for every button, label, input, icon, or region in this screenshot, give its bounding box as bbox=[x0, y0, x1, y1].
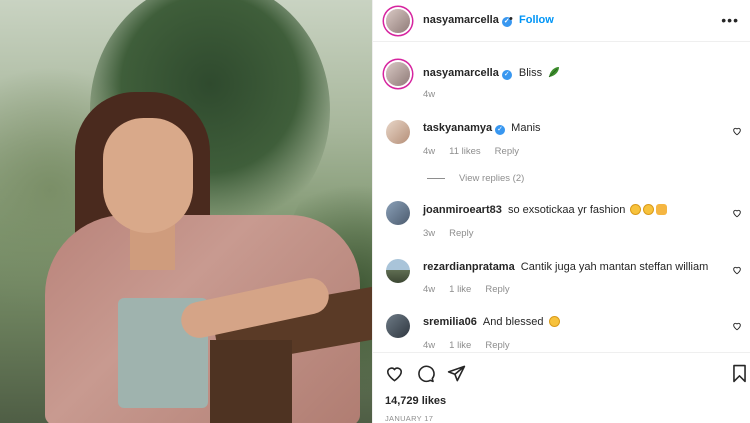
verified-badge-icon: ✓ bbox=[495, 125, 506, 135]
share-icon[interactable] bbox=[447, 364, 466, 383]
photo-subject-face bbox=[103, 118, 193, 233]
post-details-panel: nasyamarcella ✓ • Follow ••• nasyamarcell… bbox=[372, 0, 750, 423]
comment-text: Cantik juga yah mantan steffan william bbox=[520, 261, 709, 273]
comment-avatar[interactable] bbox=[386, 259, 410, 283]
comment-meta: 3w Reply bbox=[423, 228, 487, 239]
photo-wooden-post bbox=[210, 340, 292, 423]
comment-like-count[interactable]: 1 like bbox=[449, 284, 471, 295]
reply-button[interactable]: Reply bbox=[495, 146, 519, 157]
heart-icon[interactable] bbox=[732, 321, 742, 331]
comment-age: 3w bbox=[423, 228, 436, 239]
view-replies-button[interactable]: View replies (2) bbox=[459, 173, 524, 184]
comment-body: joanmiroeart83 so exsotickaa yr fashion bbox=[423, 204, 668, 216]
more-options-icon[interactable]: ••• bbox=[721, 12, 739, 28]
comment-text: Manis bbox=[511, 122, 541, 134]
heart-icon[interactable] bbox=[732, 265, 742, 275]
caption-username[interactable]: nasyamarcella bbox=[423, 67, 499, 79]
reply-button[interactable]: Reply bbox=[485, 340, 509, 351]
comment-username[interactable]: taskyanamya bbox=[423, 122, 492, 134]
author-avatar[interactable] bbox=[386, 9, 410, 33]
caption: nasyamarcella ✓ Bliss bbox=[423, 66, 560, 80]
comment-like-count[interactable]: 11 likes bbox=[449, 146, 481, 157]
post-photo[interactable] bbox=[0, 0, 372, 423]
post-header: nasyamarcella ✓ • Follow ••• bbox=[373, 0, 750, 42]
verified-badge-icon: ✓ bbox=[501, 70, 512, 80]
caption-author-avatar[interactable] bbox=[386, 62, 410, 86]
ok-hand-emoji-icon bbox=[656, 204, 668, 215]
comment-username[interactable]: joanmiroeart83 bbox=[423, 204, 502, 216]
post-date[interactable]: JANUARY 17 bbox=[385, 414, 433, 423]
heart-icon[interactable] bbox=[732, 126, 742, 136]
reply-button[interactable]: Reply bbox=[449, 228, 473, 239]
follow-button[interactable]: Follow bbox=[519, 14, 554, 26]
grin-emoji-icon bbox=[643, 204, 655, 215]
grin-emoji-icon bbox=[630, 204, 642, 215]
view-replies-line bbox=[427, 178, 445, 179]
heart-icon[interactable] bbox=[385, 364, 404, 383]
action-bar bbox=[373, 352, 750, 392]
caption-text: Bliss bbox=[518, 67, 543, 79]
author-username[interactable]: nasyamarcella ✓ bbox=[423, 14, 512, 27]
comment-age: 4w bbox=[423, 340, 436, 351]
comment-avatar[interactable] bbox=[386, 314, 410, 338]
comment-text: And blessed bbox=[482, 316, 544, 328]
comment-like-count[interactable]: 1 like bbox=[449, 340, 471, 351]
leaf-emoji-icon bbox=[548, 67, 560, 78]
comment-avatar[interactable] bbox=[386, 201, 410, 225]
bookmark-icon[interactable] bbox=[730, 364, 749, 383]
like-count[interactable]: 14,729 likes bbox=[385, 395, 446, 407]
comment-avatar[interactable] bbox=[386, 120, 410, 144]
comment-body: sremilia06 And blessed bbox=[423, 316, 560, 328]
caption-age: 4w bbox=[423, 89, 436, 100]
comment-text: so exsotickaa yr fashion bbox=[507, 204, 626, 216]
comment-body: taskyanamya ✓ Manis bbox=[423, 122, 541, 135]
comment-meta: 4w 1 like Reply bbox=[423, 284, 524, 295]
author-username-text[interactable]: nasyamarcella bbox=[423, 14, 499, 26]
heart-icon[interactable] bbox=[732, 208, 742, 218]
comment-icon[interactable] bbox=[416, 364, 435, 383]
comment-username[interactable]: sremilia06 bbox=[423, 316, 477, 328]
comment-age: 4w bbox=[423, 284, 436, 295]
comment-meta: 4w 11 likes Reply bbox=[423, 146, 533, 157]
smile-emoji-icon bbox=[548, 316, 560, 327]
comment-body: rezardianpratama Cantik juga yah mantan … bbox=[423, 261, 708, 273]
comment-username[interactable]: rezardianpratama bbox=[423, 261, 515, 273]
separator-dot: • bbox=[509, 13, 513, 25]
comment-age: 4w bbox=[423, 146, 436, 157]
reply-button[interactable]: Reply bbox=[485, 284, 509, 295]
comment-meta: 4w 1 like Reply bbox=[423, 340, 524, 351]
